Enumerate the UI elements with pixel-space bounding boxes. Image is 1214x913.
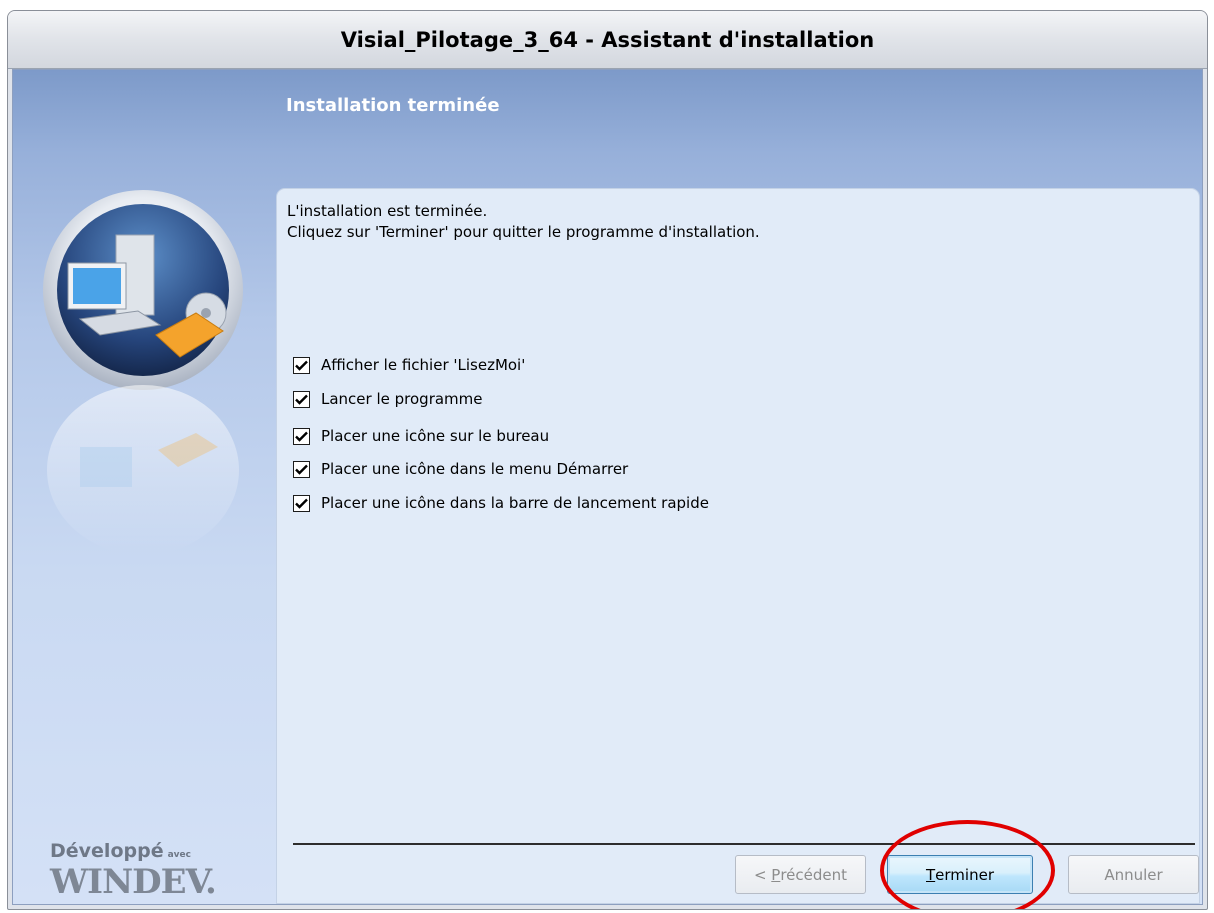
cancel-label: Annuler — [1104, 865, 1163, 884]
wizard-content: Installation terminée Développé avec WIN… — [12, 69, 1203, 909]
option-label: Placer une icône sur le bureau — [321, 427, 550, 445]
checkbox-launch[interactable] — [293, 390, 310, 408]
checkmark-icon — [295, 431, 308, 442]
checkmark-icon — [295, 464, 308, 475]
checkbox-start-menu[interactable] — [293, 460, 310, 478]
previous-button[interactable]: < Précédent — [735, 855, 866, 894]
finish-button[interactable]: Terminer — [887, 855, 1033, 894]
separator-line — [293, 843, 1195, 845]
checkbox-desktop-icon[interactable] — [293, 427, 310, 445]
finish-mnemonic: T — [926, 865, 936, 884]
previous-prefix: < — [753, 865, 772, 884]
intro-text: L'installation est terminée. Cliquez sur… — [287, 202, 760, 241]
option-label: Placer une icône dans la barre de lancem… — [321, 494, 709, 512]
option-label: Afficher le fichier 'LisezMoi' — [321, 356, 526, 374]
previous-rest: récédent — [780, 865, 848, 884]
cancel-button[interactable]: Annuler — [1068, 855, 1199, 894]
main-panel: L'installation est terminée. Cliquez sur… — [276, 188, 1200, 909]
checkbox-readme[interactable] — [293, 356, 310, 374]
finish-rest: erminer — [935, 865, 994, 884]
window-title: Visial_Pilotage_3_64 - Assistant d'insta… — [340, 27, 875, 52]
option-start-menu[interactable]: Placer une icône dans le menu Démarrer — [293, 460, 628, 478]
option-label: Placer une icône dans le menu Démarrer — [321, 460, 629, 478]
option-label: Lancer le programme — [321, 390, 483, 408]
brand-line2: WINDEV. — [50, 862, 217, 902]
checkmark-icon — [295, 394, 308, 405]
computer-logo-icon — [28, 185, 258, 585]
option-quick-launch[interactable]: Placer une icône dans la barre de lancem… — [293, 494, 709, 512]
option-launch[interactable]: Lancer le programme — [293, 390, 483, 408]
checkmark-icon — [295, 498, 308, 509]
installer-window: Visial_Pilotage_3_64 - Assistant d'insta… — [7, 10, 1208, 910]
title-bar[interactable]: Visial_Pilotage_3_64 - Assistant d'insta… — [8, 11, 1207, 69]
brand-line1: Développé — [50, 840, 164, 862]
previous-mnemonic: P — [771, 865, 781, 884]
option-readme[interactable]: Afficher le fichier 'LisezMoi' — [293, 356, 525, 374]
windev-logo: Développé avec WINDEV. — [50, 840, 260, 902]
option-desktop-icon[interactable]: Placer une icône sur le bureau — [293, 427, 549, 445]
checkmark-icon — [295, 360, 308, 371]
page-title: Installation terminée — [286, 95, 500, 116]
checkbox-quick-launch[interactable] — [293, 494, 310, 512]
brand-line1-small: avec — [167, 850, 191, 860]
